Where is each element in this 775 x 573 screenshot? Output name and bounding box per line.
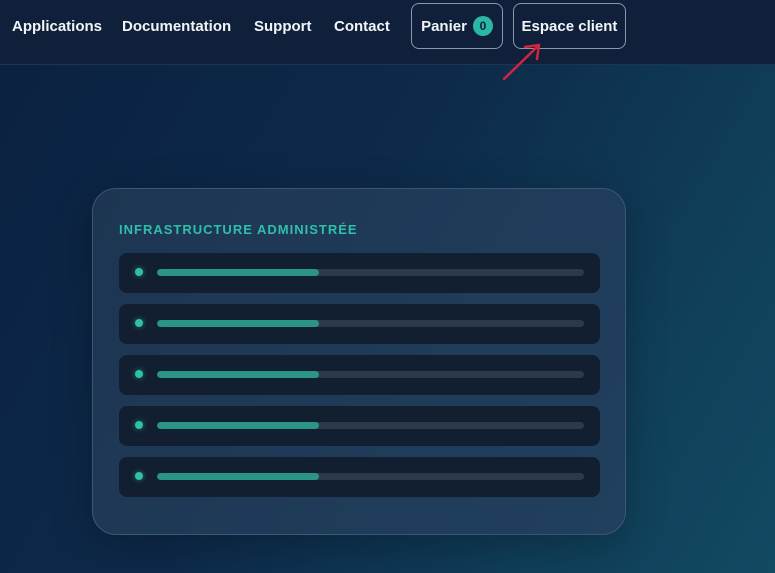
progress-bar <box>157 371 584 378</box>
client-area-label: Espace client <box>521 17 618 35</box>
card-title: INFRASTRUCTURE ADMINISTRÉE <box>119 222 358 237</box>
progress-bar <box>157 473 584 480</box>
status-dot-icon <box>135 421 143 429</box>
progress-fill <box>157 422 320 429</box>
list-item <box>119 355 600 395</box>
nav-link-support[interactable]: Support <box>254 18 312 35</box>
list-item <box>119 253 600 293</box>
list-item <box>119 457 600 497</box>
progress-bar <box>157 320 584 327</box>
progress-bar <box>157 422 584 429</box>
progress-bar <box>157 269 584 276</box>
status-dot-icon <box>135 319 143 327</box>
cart-label: Panier <box>421 17 467 35</box>
progress-fill <box>157 320 320 327</box>
progress-fill <box>157 371 320 378</box>
status-dot-icon <box>135 268 143 276</box>
list-item <box>119 406 600 446</box>
progress-fill <box>157 473 320 480</box>
red-arrow-icon <box>502 43 541 81</box>
nav-link-applications[interactable]: Applications <box>12 18 102 35</box>
top-navigation: Applications Documentation Support Conta… <box>0 0 775 65</box>
status-dot-icon <box>135 472 143 480</box>
cart-count-badge: 0 <box>472 16 493 36</box>
progress-fill <box>157 269 320 276</box>
status-dot-icon <box>135 370 143 378</box>
list-item <box>119 304 600 344</box>
nav-link-documentation[interactable]: Documentation <box>122 18 231 35</box>
cart-button[interactable]: Panier 0 <box>411 3 503 49</box>
nav-link-contact[interactable]: Contact <box>334 18 390 35</box>
infrastructure-card: INFRASTRUCTURE ADMINISTRÉE <box>92 188 626 535</box>
